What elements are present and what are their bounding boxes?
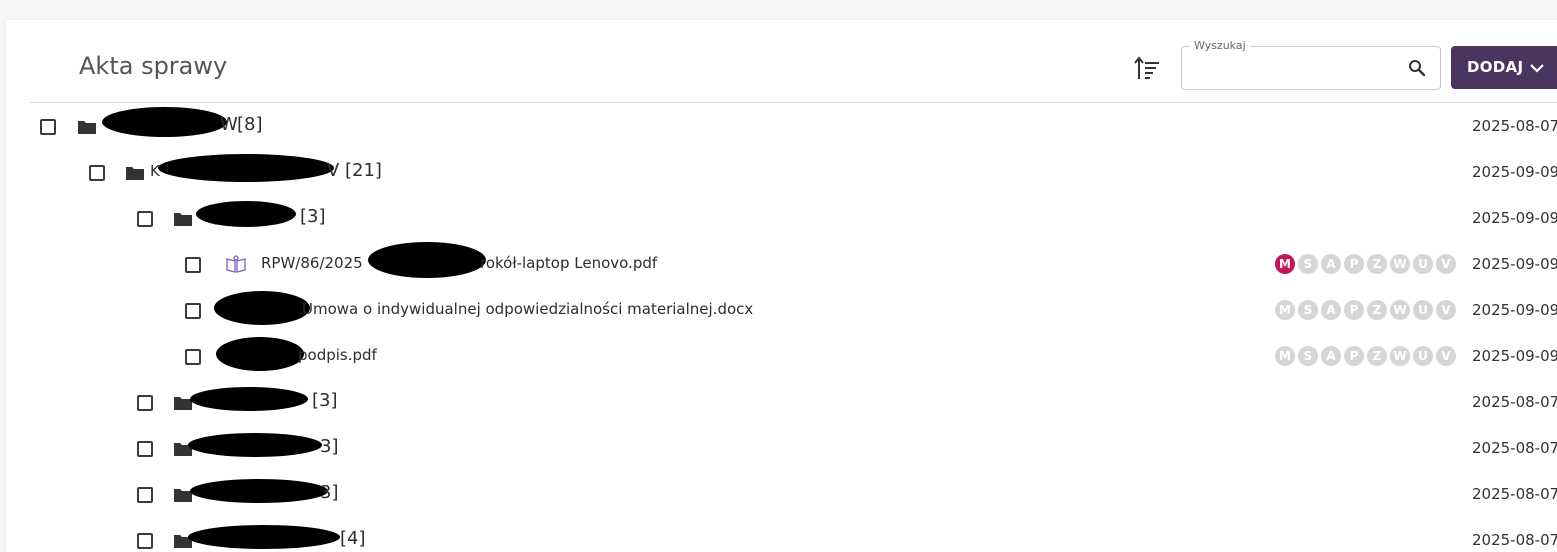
search-field[interactable]: Wyszukaj: [1181, 39, 1441, 90]
list-item[interactable]: Umowa o indywidualnej odpowiedzialności …: [6, 287, 1557, 333]
status-badge-p: P: [1344, 346, 1364, 366]
status-badge-s: S: [1298, 300, 1318, 320]
status-badge-z: Z: [1367, 300, 1387, 320]
row-checkbox[interactable]: [89, 165, 105, 181]
redaction: [188, 525, 340, 549]
status-badge-w: W: [1390, 300, 1410, 320]
search-input[interactable]: [1192, 57, 1396, 81]
status-badge-v: V: [1436, 300, 1456, 320]
search-icon[interactable]: [1408, 59, 1426, 77]
status-badge-m: M: [1275, 254, 1295, 274]
row-date: 2025-09-09: [1472, 347, 1557, 365]
folder-count: [4]: [340, 528, 366, 549]
add-button-label: DODAJ: [1467, 58, 1524, 76]
folder-count: [8]: [237, 114, 263, 135]
status-badge-s: S: [1298, 346, 1318, 366]
folder-count: [3]: [312, 390, 338, 411]
folder-count: 3]: [320, 436, 339, 457]
folder-icon: [174, 213, 192, 226]
row-checkbox[interactable]: [185, 303, 201, 319]
sort-button[interactable]: [1132, 54, 1162, 84]
add-button[interactable]: DODAJ: [1451, 46, 1557, 89]
row-checkbox[interactable]: [137, 533, 153, 549]
list-item[interactable]: [3] 2025-09-09: [6, 195, 1557, 241]
row-checkbox[interactable]: [137, 395, 153, 411]
row-date: 2025-08-07: [1472, 393, 1557, 411]
book-icon: [226, 255, 246, 273]
file-name-start[interactable]: RPW/86/2025: [261, 254, 363, 272]
list-item[interactable]: 3] 2025-08-07: [6, 471, 1557, 517]
row-checkbox[interactable]: [185, 257, 201, 273]
chevron-down-icon: [1530, 64, 1544, 73]
folder-count: [21]: [345, 160, 382, 181]
status-badge-a: A: [1321, 346, 1341, 366]
status-badge-w: W: [1390, 346, 1410, 366]
folder-name: W: [220, 114, 238, 135]
redaction: [216, 337, 304, 371]
status-badge-s: S: [1298, 254, 1318, 274]
status-badge-m: M: [1275, 300, 1295, 320]
redaction: [102, 107, 227, 137]
folder-count: 3]: [320, 482, 339, 503]
file-name-end[interactable]: Umowa o indywidualnej odpowiedzialności …: [302, 300, 753, 318]
status-badge-v: V: [1436, 254, 1456, 274]
row-checkbox[interactable]: [40, 119, 56, 135]
status-badge-u: U: [1413, 300, 1433, 320]
list-item[interactable]: K V [21] 2025-09-09: [6, 149, 1557, 195]
row-date: 2025-09-09: [1472, 163, 1557, 181]
row-date: 2025-08-07: [1472, 531, 1557, 549]
folder-icon: [78, 121, 96, 134]
status-badge-p: P: [1344, 300, 1364, 320]
redaction: [188, 433, 322, 457]
file-name-end[interactable]: rokół-laptop Lenovo.pdf: [480, 254, 657, 272]
status-badge-m: M: [1275, 346, 1295, 366]
status-badge-v: V: [1436, 346, 1456, 366]
folder-icon: [126, 167, 144, 180]
row-checkbox[interactable]: [137, 441, 153, 457]
list-item[interactable]: podpis.pdf M S A P Z W U V 2025-09-09: [6, 333, 1557, 379]
list-item[interactable]: [4] 2025-08-07: [6, 517, 1557, 552]
case-files-panel: Akta sprawy Wyszukaj DODAJ W [8] 2025-08…: [6, 20, 1557, 552]
page-title: Akta sprawy: [79, 52, 228, 80]
status-badge-p: P: [1344, 254, 1364, 274]
row-date: 2025-09-09: [1472, 301, 1557, 319]
status-badges: M S A P Z W U V: [1275, 300, 1456, 320]
status-badge-z: Z: [1367, 254, 1387, 274]
redaction: [190, 479, 328, 503]
status-badges: M S A P Z W U V: [1275, 254, 1456, 274]
list-item[interactable]: W [8] 2025-08-07: [6, 103, 1557, 149]
row-date: 2025-09-09: [1472, 209, 1557, 227]
status-badges: M S A P Z W U V: [1275, 346, 1456, 366]
search-label: Wyszukaj: [1190, 39, 1250, 52]
status-badge-w: W: [1390, 254, 1410, 274]
status-badge-z: Z: [1367, 346, 1387, 366]
row-checkbox[interactable]: [185, 349, 201, 365]
status-badge-u: U: [1413, 346, 1433, 366]
folder-name-end: V: [327, 160, 340, 181]
row-date: 2025-08-07: [1472, 485, 1557, 503]
file-name-end[interactable]: podpis.pdf: [298, 346, 377, 364]
row-checkbox[interactable]: [137, 211, 153, 227]
row-date: 2025-09-09: [1472, 255, 1557, 273]
status-badge-a: A: [1321, 300, 1341, 320]
row-date: 2025-08-07: [1472, 439, 1557, 457]
folder-count: [3]: [300, 206, 326, 227]
status-badge-u: U: [1413, 254, 1433, 274]
list-item[interactable]: 3] 2025-08-07: [6, 425, 1557, 471]
row-checkbox[interactable]: [137, 487, 153, 503]
status-badge-a: A: [1321, 254, 1341, 274]
redaction: [368, 242, 486, 278]
redaction: [196, 201, 296, 227]
row-date: 2025-08-07: [1472, 117, 1557, 135]
redaction: [214, 291, 310, 325]
list-item[interactable]: [3] 2025-08-07: [6, 379, 1557, 425]
redaction: [190, 387, 308, 411]
redaction: [158, 154, 334, 182]
list-item[interactable]: RPW/86/2025 rokół-laptop Lenovo.pdf M S …: [6, 241, 1557, 287]
sort-icon: [1134, 56, 1159, 79]
